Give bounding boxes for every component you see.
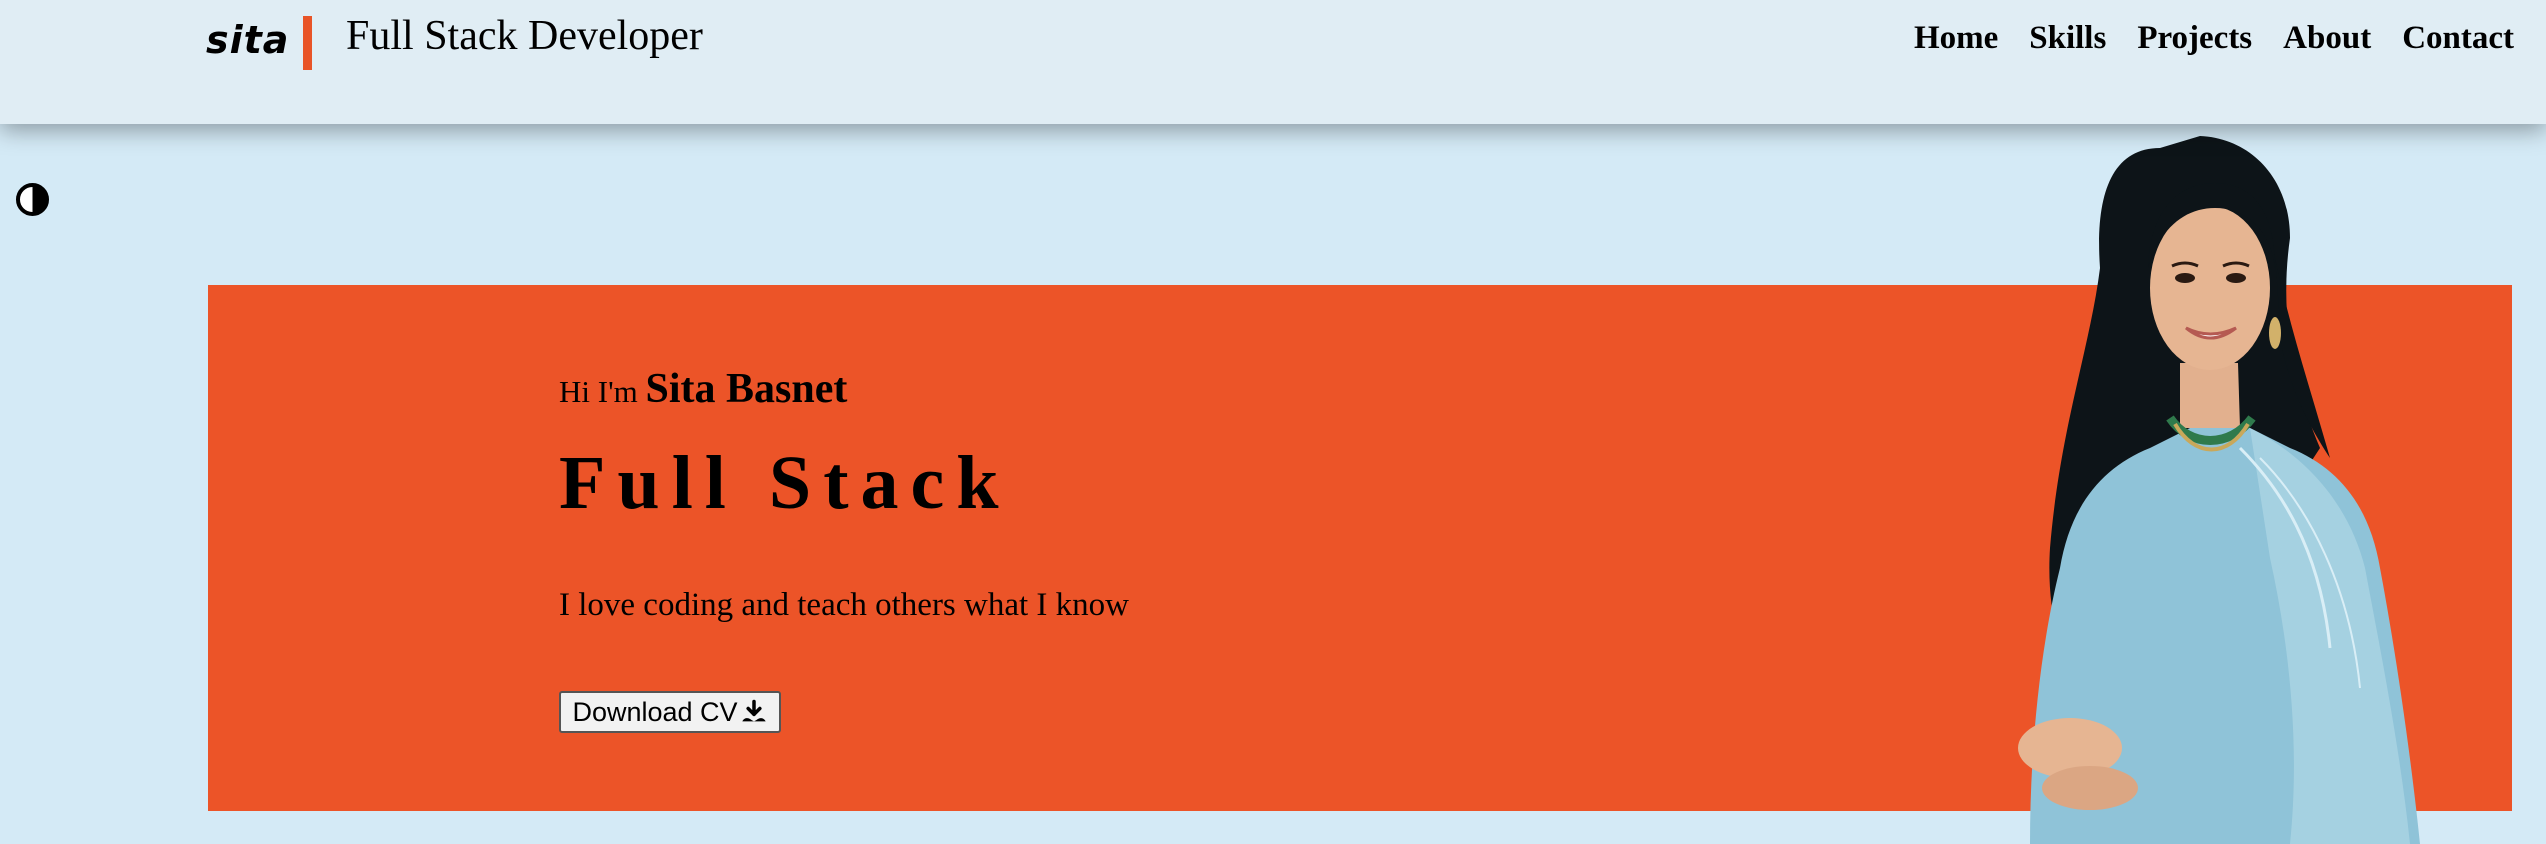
site-title: Full Stack Developer xyxy=(346,13,703,59)
download-cv-label: Download CV xyxy=(572,696,738,727)
download-cv-button[interactable]: Download CV xyxy=(559,691,781,733)
profile-photo xyxy=(2018,136,2420,844)
nav-skills[interactable]: Skills xyxy=(2029,20,2106,57)
hero-role: Full Stack xyxy=(559,441,1011,525)
hero-name: Sita Basnet xyxy=(645,366,848,412)
hero-greeting: Hi I'm Sita Basnet xyxy=(559,365,847,413)
site-header: sita Full Stack Developer Home Skills Pr… xyxy=(0,0,2546,124)
main-nav: Home Skills Projects About Contact xyxy=(1914,20,2514,57)
download-icon xyxy=(741,699,766,722)
hero-tagline: I love coding and teach others what I kn… xyxy=(559,587,1129,623)
theme-toggle-icon[interactable] xyxy=(16,183,49,216)
nav-contact[interactable]: Contact xyxy=(2402,20,2514,57)
site-logo[interactable]: sita xyxy=(206,18,289,62)
nav-projects[interactable]: Projects xyxy=(2137,20,2252,57)
nav-about[interactable]: About xyxy=(2283,20,2371,57)
nav-home[interactable]: Home xyxy=(1914,20,1998,57)
greeting-prefix: Hi I'm xyxy=(559,374,638,409)
header-divider xyxy=(303,16,312,70)
